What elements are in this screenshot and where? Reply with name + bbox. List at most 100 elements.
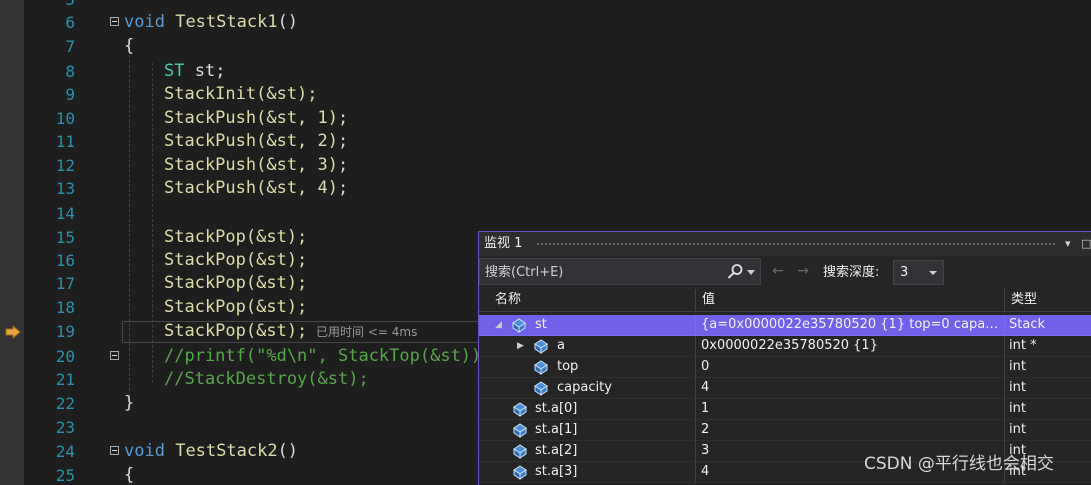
type-cell: int * <box>1005 336 1091 357</box>
code-text: StackPush(&st, 2); <box>164 131 349 151</box>
code-text: //StackDestroy(&st); <box>164 369 369 389</box>
column-header-value[interactable]: 值 <box>696 289 1005 312</box>
code-text: StackPush(&st, 1); <box>164 108 349 128</box>
search-options-icon[interactable] <box>747 270 755 275</box>
line-number: 11 <box>55 132 75 151</box>
code-text: //printf("%d\n", StackTop(&st)) <box>164 346 482 366</box>
code-text: StackPush(&st, 4); <box>164 178 349 198</box>
watch-row-st-a-1[interactable]: st.a[1] 2 int <box>479 420 1091 441</box>
variable-icon <box>513 402 527 417</box>
watch-row-capacity[interactable]: capacity 4 int <box>479 378 1091 399</box>
type-cell: Stack <box>1005 315 1091 336</box>
variable-icon <box>534 381 548 396</box>
value-cell[interactable]: 2 <box>696 420 1005 441</box>
variable-name: capacity <box>557 380 612 395</box>
vs-debug-window: 5 6 void TestStack1() 7 { 8 ST st; 9 Sta… <box>0 0 1091 485</box>
collapse-toggle[interactable] <box>110 17 119 26</box>
line-number: 22 <box>55 394 75 413</box>
glyph-margin[interactable] <box>0 0 24 485</box>
type-cell: int <box>1005 399 1091 420</box>
value-cell[interactable]: 0x0000022e35780520 {1} <box>696 336 1005 357</box>
line-number: 16 <box>55 251 75 270</box>
dropdown-icon[interactable]: ▾ <box>1065 237 1071 251</box>
execution-arrow-icon <box>5 325 21 339</box>
line-number: 10 <box>55 109 75 128</box>
variable-icon <box>513 465 527 480</box>
name-cell: st.a[1] <box>479 420 696 441</box>
code-text: StackPop(&st); <box>164 273 308 293</box>
line-number: 14 <box>55 204 75 223</box>
line-number: 9 <box>65 85 75 104</box>
code-text: StackPop(&st); <box>164 227 308 247</box>
variable-name: st.a[0] <box>535 401 578 416</box>
code-line-14: 14 <box>24 202 1091 225</box>
variable-name: st.a[1] <box>535 422 578 437</box>
collapsed-icon[interactable]: ▶ <box>517 340 524 352</box>
line-number: 5 <box>24 0 75 11</box>
name-cell: ◢ st <box>479 315 696 336</box>
drag-grip[interactable] <box>536 242 1056 246</box>
watch-row-st-a-0[interactable]: st.a[0] 1 int <box>479 399 1091 420</box>
line-number: 6 <box>65 13 75 32</box>
search-icon[interactable] <box>726 263 744 281</box>
line-number: 7 <box>65 37 75 56</box>
type-cell: int <box>1005 420 1091 441</box>
code-text: StackPop(&st); <box>164 321 308 341</box>
code-text: { <box>124 36 135 56</box>
value-cell[interactable]: {a=0x0000022e35780520 {1} top=0 capacity… <box>696 315 1005 336</box>
line-number: 18 <box>55 298 75 317</box>
code-text: StackInit(&st); <box>164 84 318 104</box>
search-depth-select[interactable]: 3 <box>893 260 944 285</box>
name-cell: ▶ a <box>479 336 696 357</box>
variable-icon <box>513 423 527 438</box>
variable-name: st <box>535 317 547 332</box>
code-text: StackPop(&st); <box>164 297 308 317</box>
code-line-5: 5 <box>24 0 1091 11</box>
code-line-6: 6 void TestStack1() <box>24 11 1091 34</box>
line-number: 17 <box>55 274 75 293</box>
elapsed-time-hint: 已用时间 <= 4ms <box>316 325 418 339</box>
column-header-type[interactable]: 类型 <box>1005 289 1091 312</box>
watch-window[interactable]: 监视 1 ▾ □ ← → 搜索深度: 3 <box>478 231 1091 485</box>
column-header-name[interactable]: 名称 <box>479 289 696 312</box>
back-arrow-icon[interactable]: ← <box>768 261 788 281</box>
line-number: 20 <box>55 347 75 366</box>
variable-name: st.a[3] <box>535 464 578 479</box>
forward-arrow-icon[interactable]: → <box>793 261 813 281</box>
chevron-down-icon <box>929 271 937 275</box>
code-line-9: 9 StackInit(&st); <box>24 83 1091 106</box>
watch-row-a[interactable]: ▶ a 0x0000022e35780520 {1} int * <box>479 336 1091 357</box>
line-number: 13 <box>55 179 75 198</box>
collapse-toggle[interactable] <box>110 351 119 360</box>
name-cell: capacity <box>479 378 696 399</box>
value-cell[interactable]: 1 <box>696 399 1005 420</box>
expanded-icon[interactable]: ◢ <box>495 319 502 331</box>
search-input[interactable] <box>485 262 715 282</box>
collapse-toggle[interactable] <box>110 446 119 455</box>
code-line-11: 11 StackPush(&st, 2); <box>24 130 1091 153</box>
watch-row-st[interactable]: ◢ st {a=0x0000022e35780520 {1} top=0 cap… <box>479 315 1091 336</box>
code-text: StackPop(&st); <box>164 250 308 270</box>
value-cell[interactable]: 4 <box>696 378 1005 399</box>
code-line-13: 13 StackPush(&st, 4); <box>24 177 1091 200</box>
maximize-icon[interactable]: □ <box>1081 237 1091 251</box>
variable-icon <box>513 444 527 459</box>
line-number: 19 <box>55 322 75 341</box>
code-line-12: 12 StackPush(&st, 3); <box>24 154 1091 177</box>
code-text: void TestStack1() <box>124 12 299 32</box>
line-number: 8 <box>65 62 75 81</box>
search-box[interactable] <box>479 258 761 285</box>
line-number: 21 <box>55 370 75 389</box>
csdn-watermark: CSDN @平行线也会相交 <box>864 454 1054 474</box>
value-cell[interactable]: 0 <box>696 357 1005 378</box>
line-number: 25 <box>55 466 75 485</box>
line-number: 12 <box>55 156 75 175</box>
code-line-8: 8 ST st; <box>24 60 1091 83</box>
line-number: 23 <box>55 418 75 437</box>
variable-name: st.a[2] <box>535 443 578 458</box>
watch-title-bar[interactable]: 监视 1 ▾ □ <box>479 232 1091 256</box>
name-cell: st.a[3] <box>479 462 696 483</box>
watch-row-top[interactable]: top 0 int <box>479 357 1091 378</box>
variable-icon <box>512 318 526 333</box>
type-cell: int <box>1005 378 1091 399</box>
